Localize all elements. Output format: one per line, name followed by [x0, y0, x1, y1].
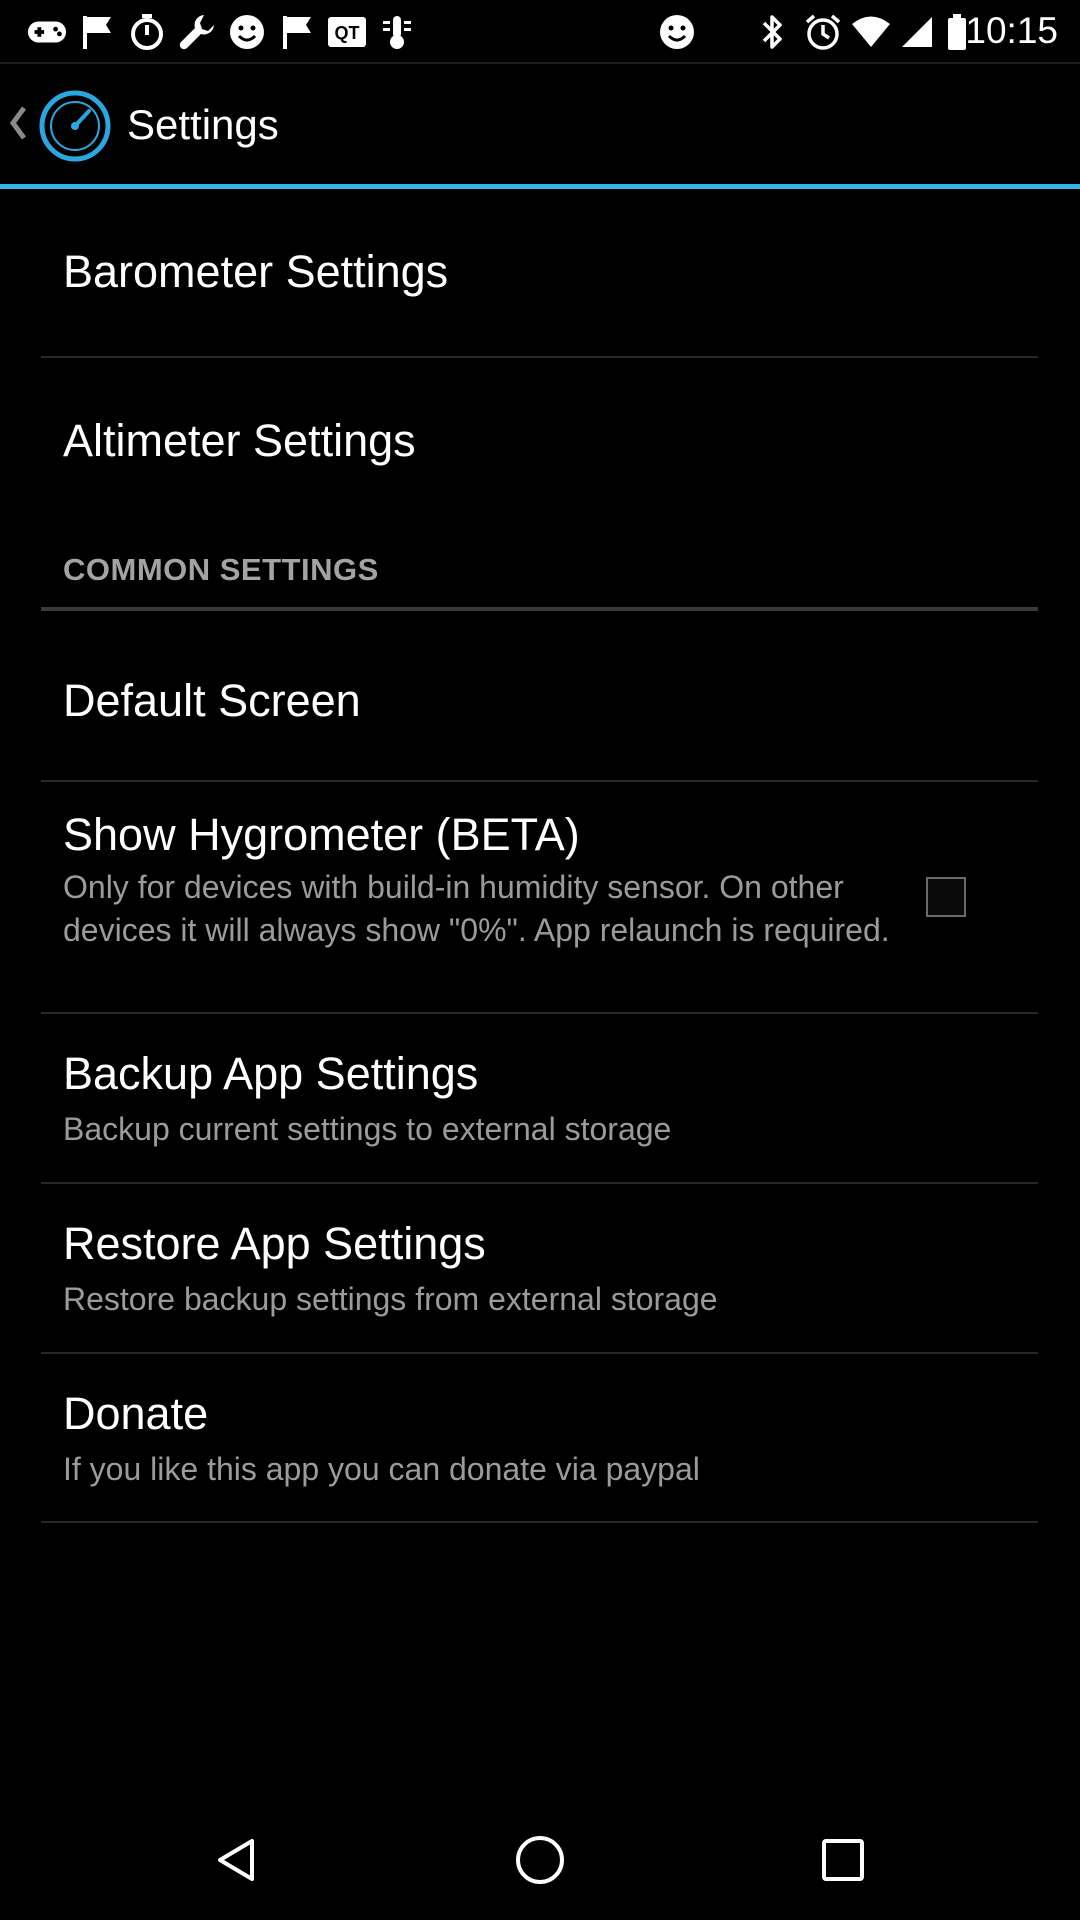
pref-title: Barometer Settings [63, 246, 449, 297]
action-bar: Settings [0, 64, 1080, 184]
pref-title: Donate [63, 1388, 209, 1439]
divider [41, 1521, 1038, 1523]
pref-summary: If you like this app you can donate via … [63, 1451, 700, 1487]
default-screen-item[interactable]: Default Screen [0, 611, 1080, 781]
back-button[interactable] [137, 1800, 337, 1920]
alarm-icon [802, 12, 844, 52]
pref-summary: Restore backup settings from external st… [63, 1281, 718, 1317]
flag-icon [76, 12, 118, 52]
back-icon [218, 1839, 254, 1881]
donate-item[interactable]: Donate If you like this app you can dona… [0, 1354, 1080, 1522]
recents-icon [822, 1839, 864, 1881]
altimeter-settings-item[interactable]: Altimeter Settings [0, 358, 1080, 526]
pref-title: Altimeter Settings [63, 415, 416, 466]
pref-title: Restore App Settings [63, 1218, 486, 1269]
home-button[interactable] [440, 1800, 640, 1920]
thermometer-app-icon [376, 12, 418, 52]
flag-icon [276, 12, 318, 52]
stopwatch-icon [126, 12, 168, 52]
pref-title: Show Hygrometer (BETA) [63, 809, 580, 860]
recents-button[interactable] [743, 1800, 943, 1920]
chevron-left-icon [9, 106, 27, 140]
gamepad-icon [26, 12, 68, 52]
pref-summary: Only for devices with build-in humidity … [63, 869, 890, 948]
bluetooth-icon [752, 12, 794, 52]
barometer-settings-item[interactable]: Barometer Settings [0, 189, 1080, 357]
barometer-app-icon [39, 90, 111, 162]
wrench-icon [176, 12, 218, 52]
status-clock: 10:15 [965, 10, 1058, 51]
home-icon [516, 1836, 564, 1884]
smiley-icon [656, 12, 698, 52]
backup-settings-item[interactable]: Backup App Settings Backup current setti… [0, 1014, 1080, 1182]
up-navigation-button[interactable] [0, 64, 118, 184]
hygrometer-checkbox[interactable] [926, 877, 966, 917]
page-title: Settings [127, 101, 279, 148]
show-hygrometer-item[interactable]: Show Hygrometer (BETA) Only for devices … [0, 782, 1080, 1012]
wifi-icon [850, 12, 892, 52]
navigation-bar [0, 1800, 1080, 1920]
signal-icon [896, 12, 938, 52]
qt-app-icon: QT [326, 12, 368, 52]
status-bar: QT 10:15 [0, 0, 1080, 62]
category-header: COMMON SETTINGS [63, 552, 379, 587]
restore-settings-item[interactable]: Restore App Settings Restore backup sett… [0, 1184, 1080, 1352]
svg-text:QT: QT [335, 23, 360, 43]
pref-title: Default Screen [63, 675, 361, 726]
pref-title: Backup App Settings [63, 1048, 479, 1099]
pref-summary: Backup current settings to external stor… [63, 1111, 672, 1147]
smiley-icon [226, 12, 268, 52]
